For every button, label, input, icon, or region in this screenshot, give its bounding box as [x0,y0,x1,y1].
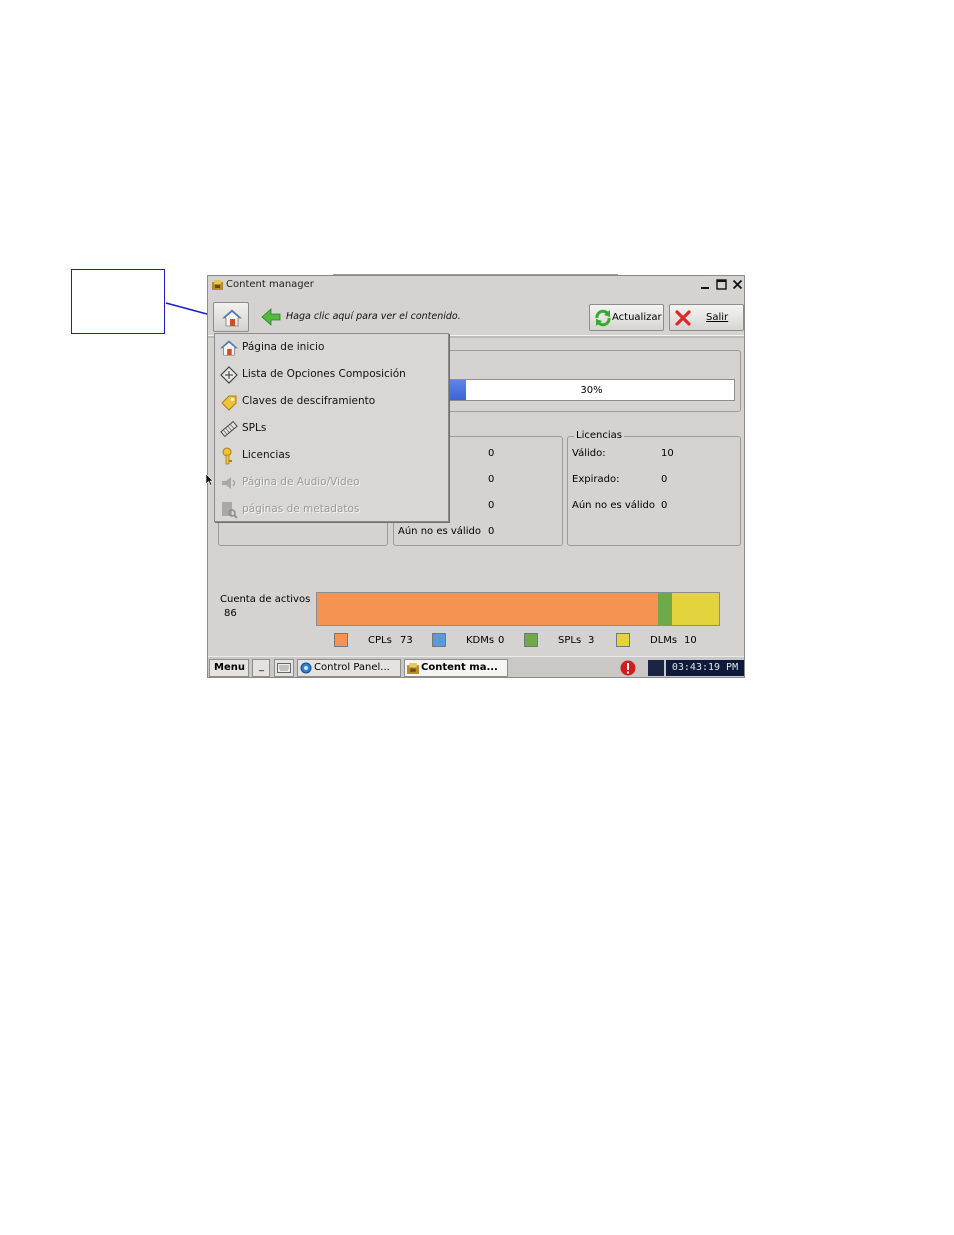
metadata-page-icon [222,502,238,519]
license-key-icon [222,447,232,465]
taskbar-control-panel-label: Control Panel... [314,662,390,673]
exit-label: Salir [706,312,729,323]
mid-not-valid-value: 0 [488,526,495,537]
menu-item-label: Claves de desciframiento [242,395,376,407]
menu-item-metadata-pages[interactable]: páginas de metadatos [216,496,447,522]
key-tag-icon [221,395,237,411]
lic-not-valid-value: 0 [661,500,668,511]
asset-segment-spls [658,593,673,625]
mid-value-1: 0 [488,448,495,459]
content-hint-text: Haga clic aquí para ver el contenido. [286,311,461,322]
annotation-callout-box [71,269,165,334]
asset-segment-cpls [317,593,659,625]
maximize-icon[interactable] [716,279,727,290]
mid-not-valid-label: Aún no es válido [398,526,481,537]
licenses-title: Licencias [574,430,624,441]
back-arrow-icon[interactable] [261,308,281,326]
refresh-button[interactable]: Actualizar [589,304,664,331]
progress-bar: 30% [448,379,735,401]
tray-indicator[interactable] [648,660,664,676]
taskbar-minimize-button[interactable]: _ [252,659,270,677]
minimize-icon[interactable] [700,279,711,290]
home-icon [222,309,242,327]
legend-cpls-name: CPLs [368,635,392,646]
lic-not-valid-label: Aún no es válido [572,500,655,511]
audio-video-icon [222,477,236,489]
title-bar[interactable]: Content manager [208,276,744,294]
taskbar-content-manager[interactable]: Content ma... [404,659,508,677]
legend-spls-value: 3 [588,635,595,646]
legend-swatch-dlms [616,633,630,647]
film-strip-icon [220,420,238,438]
asset-count-total: 86 [224,608,237,619]
legend-swatch-spls [524,633,538,647]
lic-valid-value: 10 [661,448,674,459]
licenses-frame: Licencias Válido: 10 Expirado: 0 Aún no … [567,430,741,546]
taskbar-control-panel[interactable]: Control Panel... [297,659,401,677]
menu-item-spls[interactable]: SPLs [216,415,447,441]
menu-item-audio-video[interactable]: Página de Audio/Video [216,469,447,495]
home-dropdown-menu: Página de inicio Lista de Opciones Compo… [214,333,449,522]
mouse-cursor-icon [206,474,214,486]
alert-icon[interactable] [620,660,636,676]
home-menu-button[interactable] [213,302,249,332]
mid-value-2: 0 [488,474,495,485]
menu-item-label: SPLs [242,422,267,434]
composition-list-icon [220,366,238,384]
mid-value-3: 0 [488,500,495,511]
red-x-icon [675,310,691,326]
menu-item-decryption-keys[interactable]: Claves de desciframiento [216,388,447,414]
exit-button[interactable]: Salir [669,304,744,331]
menu-item-label: Lista de Opciones Composición [242,368,406,380]
menu-item-label: Página de Audio/Video [242,476,360,488]
taskbar-content-manager-label: Content ma... [421,662,498,673]
legend-swatch-kdms [432,633,446,647]
progress-percent: 30% [580,385,603,396]
lic-expired-value: 0 [661,474,668,485]
legend-swatch-cpls [334,633,348,647]
keyboard-icon [277,663,291,673]
taskbar: Menu _ Control Panel... Content ma... 03… [208,656,744,677]
taskbar-menu-button[interactable]: Menu [209,659,249,677]
legend-kdms-name: KDMs [466,635,495,646]
legend-cpls-value: 73 [400,635,413,646]
window-title: Content manager [226,279,314,290]
taskbar-keyboard-button[interactable] [274,659,294,677]
legend-dlms-name: DLMs [650,635,678,646]
app-icon [212,280,223,290]
menu-item-label: Licencias [242,449,291,461]
menu-item-label: páginas de metadatos [242,503,360,515]
menu-item-composition-list[interactable]: Lista de Opciones Composición [216,361,447,387]
lic-expired-label: Expirado: [572,474,620,485]
asset-stacked-bar [316,592,720,626]
taskbar-clock: 03:43:19 PM [666,660,744,676]
control-panel-icon [300,662,312,674]
home-icon [220,340,238,356]
lic-valid-label: Válido: [572,448,606,459]
refresh-label: Actualizar [612,312,662,323]
menu-item-licenses[interactable]: Licencias [216,442,447,468]
close-icon[interactable] [732,279,743,290]
menu-item-label: Página de inicio [242,341,325,353]
legend-kdms-value: 0 [498,635,505,646]
legend-dlms-value: 10 [684,635,697,646]
menu-item-home-page[interactable]: Página de inicio [216,334,447,360]
asset-segment-dlms [672,593,719,625]
asset-count-label: Cuenta de activos [220,594,311,605]
app-icon [407,663,419,674]
refresh-icon [595,309,611,327]
legend-spls-name: SPLs [558,635,582,646]
